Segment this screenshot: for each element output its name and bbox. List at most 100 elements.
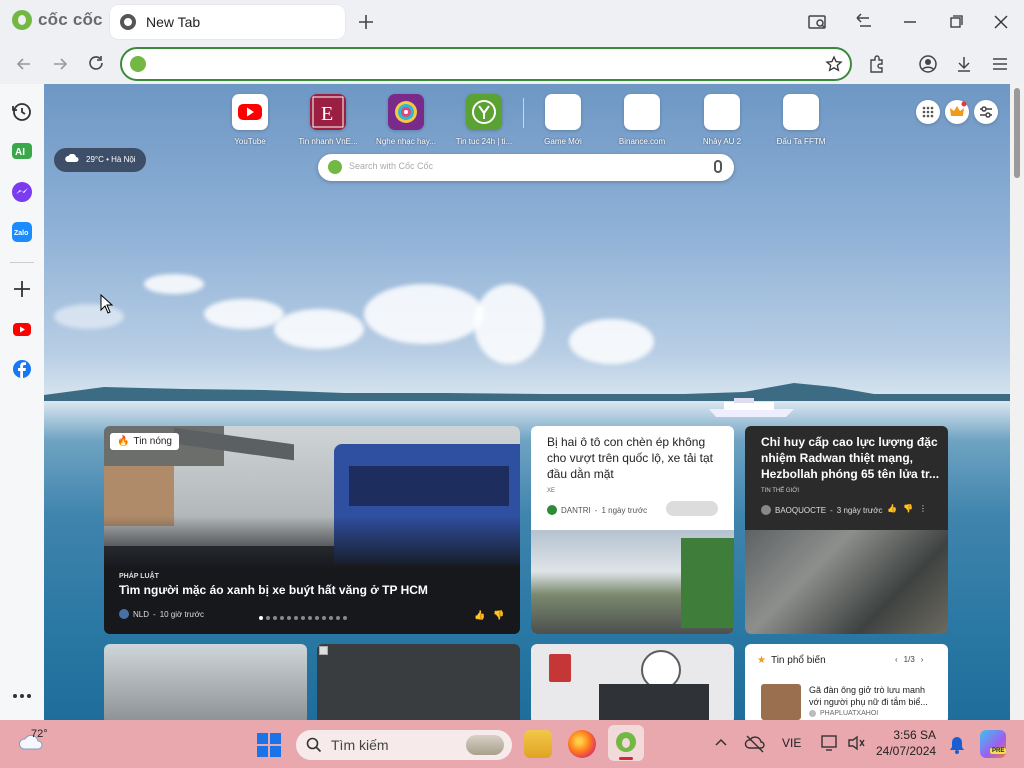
download-icon[interactable] [950,50,978,78]
carousel-dot[interactable] [329,616,333,620]
back-arrow-tab-icon[interactable] [852,10,876,34]
menu-icon[interactable] [986,50,1014,78]
carousel-dot[interactable] [336,616,340,620]
customize-settings-icon[interactable] [974,100,998,124]
carousel-dot[interactable] [273,616,277,620]
sound-muted-icon[interactable] [846,734,866,757]
blank-icon [545,94,581,130]
more-icon[interactable] [10,684,34,708]
news-card-row2-1[interactable] [104,644,307,720]
onedrive-offline-icon[interactable] [744,733,766,758]
add-sidebar-app-icon[interactable] [10,277,34,301]
carousel-dot[interactable] [301,616,305,620]
browser-logo[interactable]: cốc cốc [12,10,103,30]
popular-news-card: ★ Tin phổ biến ‹ 1/3 › Gã đàn ông giở tr… [745,644,948,720]
bookmark-star-icon[interactable] [824,54,844,79]
quick-link-binance[interactable]: Binance.com [606,94,678,146]
like-icon[interactable]: 👍 [474,610,485,621]
next-page-icon[interactable]: › [921,655,924,664]
quick-link-music[interactable]: Nghe nhạc hay... [370,94,442,146]
minimize-icon[interactable] [898,10,922,34]
coccoc-taskbar-button[interactable] [608,725,644,761]
news-card-row2-3[interactable] [531,644,734,720]
page-scrollbar[interactable] [1010,84,1024,720]
popular-thumbnail[interactable] [761,684,801,720]
windows-start-icon[interactable] [256,732,282,763]
copilot-pre-icon[interactable]: PRE [980,730,1007,758]
taskbar-clock[interactable]: 3:56 SA 24/07/2024 [876,727,936,759]
notification-bell-icon[interactable] [948,735,966,760]
carousel-dot[interactable] [315,616,319,620]
news-meta: DANTRI - 1 ngày trước [547,505,647,515]
svg-text:Zalo: Zalo [14,230,28,237]
carousel-dots[interactable] [259,616,347,620]
carousel-dot[interactable] [322,616,326,620]
restore-icon[interactable] [944,10,968,34]
mic-icon[interactable] [714,160,722,173]
news-card-baoquocte[interactable]: Chỉ huy cấp cao lực lượng đặc nhiệm Radw… [745,426,948,634]
carousel-dot[interactable] [343,616,347,620]
news-reactions: 👍 👎 ⋮ [887,504,927,513]
carousel-dot[interactable] [308,616,312,620]
quick-link-24h[interactable]: Tin tuc 24h | ti... [448,94,520,146]
language-indicator[interactable]: VIE [782,736,801,750]
news-image-speaker [599,684,709,720]
news-card-row2-2[interactable] [317,644,520,720]
bg-cloud [569,319,654,364]
crown-icon[interactable] [945,100,969,124]
title-bar: cốc cốc New Tab [0,0,1024,44]
profile-icon[interactable] [914,50,942,78]
weather-chip[interactable]: 29°C • Hà Nội [54,148,146,172]
news-image-part [349,466,509,506]
zalo-icon[interactable]: Zalo [10,220,34,244]
scrollbar-thumb[interactable] [1014,88,1020,178]
like-icon[interactable]: 👍 [887,504,897,513]
apps-grid-icon[interactable] [916,100,940,124]
file-explorer-icon[interactable] [524,730,552,758]
coccoc-logo-icon [12,10,32,30]
dislike-icon[interactable]: 👎 [903,504,913,513]
news-card-hot[interactable]: 🔥 Tin nóng PHÁP LUẬT Tìm người mặc áo xa… [104,426,520,634]
carousel-dot[interactable] [287,616,291,620]
more-options-icon[interactable]: ⋮ [919,504,927,513]
forward-icon[interactable] [46,50,74,78]
bg-cloud [144,274,204,294]
carousel-dot[interactable] [259,616,263,620]
extensions-icon[interactable] [862,50,890,78]
back-icon[interactable] [10,50,38,78]
facebook-icon[interactable] [10,357,34,381]
tab-new-tab[interactable]: New Tab [110,5,345,39]
taskbar-weather[interactable]: 72° [18,727,78,761]
display-network-icon[interactable] [820,734,840,757]
quick-link-vnexpress[interactable]: E Tin nhanh VnE... [292,94,364,146]
news-title: Bị hai ô tô con chèn ép không cho vượt t… [547,435,713,481]
carousel-dot[interactable] [266,616,270,620]
taskbar-search[interactable]: Tìm kiếm [296,730,512,760]
quick-link-youtube[interactable]: YouTube [214,94,286,146]
firefox-icon[interactable] [568,730,596,758]
history-icon[interactable] [10,100,34,124]
close-icon[interactable] [989,10,1013,34]
dislike-icon[interactable]: 👎 [493,610,504,621]
search-icon [306,737,322,753]
address-bar[interactable] [120,47,852,81]
bg-boat [709,398,794,417]
ai-chat-icon[interactable]: AI [10,140,34,164]
tray-overflow-icon[interactable] [714,736,728,755]
quick-link-game[interactable]: Game Mới [527,94,599,146]
news-category: XE [547,488,556,494]
carousel-dot[interactable] [280,616,284,620]
quick-link-fftm[interactable]: Đấu Ta FFTM [765,94,837,146]
news-card-dantri[interactable]: Bị hai ô tô con chèn ép không cho vượt t… [531,426,734,634]
prev-page-icon[interactable]: ‹ [895,655,898,664]
carousel-dot[interactable] [294,616,298,620]
messenger-icon[interactable] [10,180,34,204]
new-tab-icon[interactable] [354,10,378,34]
tab-search-icon[interactable] [806,10,830,34]
news-reactions[interactable] [666,501,718,516]
quick-link-au2[interactable]: Nhảy AU 2 [686,94,758,146]
newtab-search-box[interactable]: Search with Cốc Cốc [318,154,734,181]
popular-item-title[interactable]: Gã đàn ông giở trò lưu manh với người ph… [809,684,939,708]
reload-icon[interactable] [82,50,110,78]
youtube-sidebar-icon[interactable] [10,317,34,341]
